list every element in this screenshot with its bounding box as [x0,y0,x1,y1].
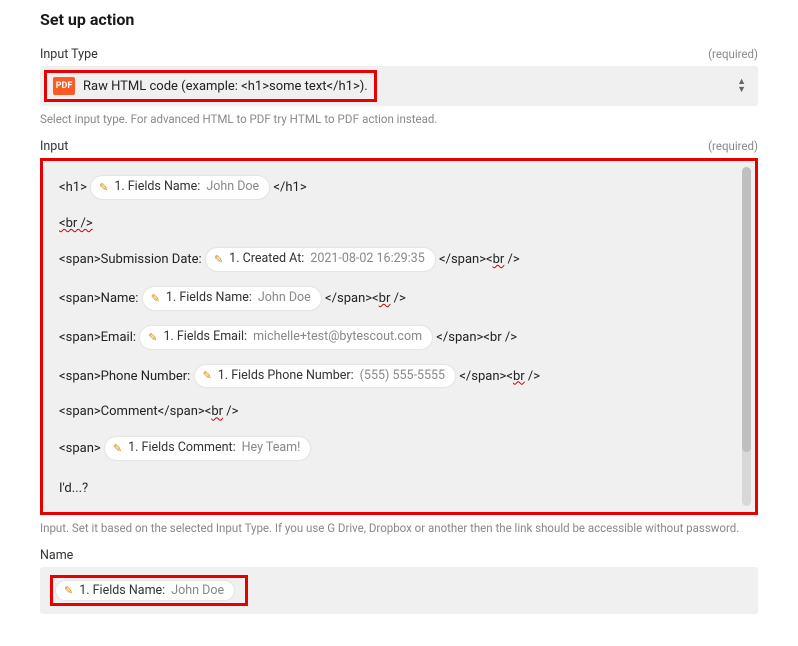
input-type-label: Input Type [40,47,98,62]
token-fields-name[interactable]: ✎ 1. Fields Name: John Doe [90,175,270,200]
input-field: Input (required) <h1> ✎ 1. Fields Name: … [40,139,758,536]
token-created-at[interactable]: ✎ 1. Created At: 2021-08-02 16:29:35 [205,247,436,272]
name-field-block: Name ✎ 1. Fields Name: John Doe [40,548,758,614]
token-fields-email[interactable]: ✎ 1. Fields Email: michelle+test@bytesco… [139,325,433,350]
name-label: Name [40,548,73,563]
scrollbar[interactable] [742,167,751,506]
field-icon: ✎ [113,443,122,454]
field-icon: ✎ [151,293,160,304]
input-type-required: (required) [708,47,758,61]
page-title: Set up action [40,10,758,29]
name-input[interactable]: ✎ 1. Fields Name: John Doe [40,567,758,614]
field-icon: ✎ [99,182,108,193]
input-type-field: Input Type (required) PDF Raw HTML code … [40,47,758,127]
token-fields-phone[interactable]: ✎ 1. Fields Phone Number: (555) 555-5555 [194,364,457,389]
highlight-box-input: <h1> ✎ 1. Fields Name: John Doe </h1> <b… [40,158,758,515]
highlight-box-input-type: PDF Raw HTML code (example: <h1>some tex… [44,70,377,102]
input-label: Input [40,139,68,154]
field-icon: ✎ [64,585,73,596]
field-icon: ✎ [148,332,157,343]
highlight-box-name: ✎ 1. Fields Name: John Doe [50,575,248,606]
pdf-icon: PDF [53,77,75,95]
field-icon: ✎ [214,254,223,265]
select-arrows-icon: ▲▼ [737,78,746,94]
token-name-fields-name[interactable]: ✎ 1. Fields Name: John Doe [55,580,235,601]
scrollbar-thumb[interactable] [742,167,751,452]
token-fields-comment[interactable]: ✎ 1. Fields Comment: Hey Team! [104,436,311,461]
input-editor[interactable]: <h1> ✎ 1. Fields Name: John Doe </h1> <b… [43,161,755,512]
input-type-helper: Select input type. For advanced HTML to … [40,111,758,127]
input-required: (required) [708,139,758,153]
setup-action-panel: Set up action Input Type (required) PDF … [0,0,798,646]
token-fields-name-2[interactable]: ✎ 1. Fields Name: John Doe [142,286,322,311]
input-helper: Input. Set it based on the selected Inpu… [40,520,758,536]
field-icon: ✎ [203,370,212,381]
input-type-select[interactable]: PDF Raw HTML code (example: <h1>some tex… [40,66,758,106]
input-type-value: Raw HTML code (example: <h1>some text</h… [83,79,368,94]
